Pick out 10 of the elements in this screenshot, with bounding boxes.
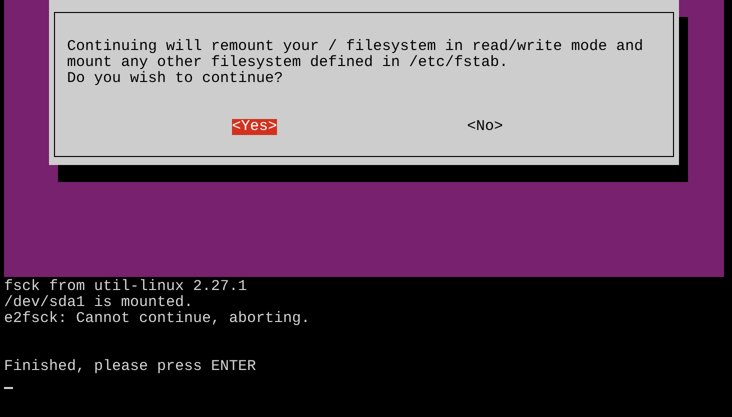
cursor-icon xyxy=(4,387,13,389)
dialog-message: mount any other filesystem defined in /etc/fstab. xyxy=(67,55,508,71)
dialog-message: Continuing will remount your / filesystem in read/write mode and xyxy=(67,39,644,55)
console-line: e2fsck: Cannot continue, aborting. xyxy=(4,311,310,327)
console-line: /dev/sda1 is mounted. xyxy=(4,295,194,311)
dialog-button[interactable]: <No> xyxy=(467,119,504,135)
console-prompt: Finished, please press ENTER xyxy=(4,359,256,375)
dialog-message: Do you wish to continue? xyxy=(67,71,284,87)
console-line: fsck from util-linux 2.27.1 xyxy=(4,279,248,295)
dialog-button[interactable]: <Yes> xyxy=(232,119,278,135)
